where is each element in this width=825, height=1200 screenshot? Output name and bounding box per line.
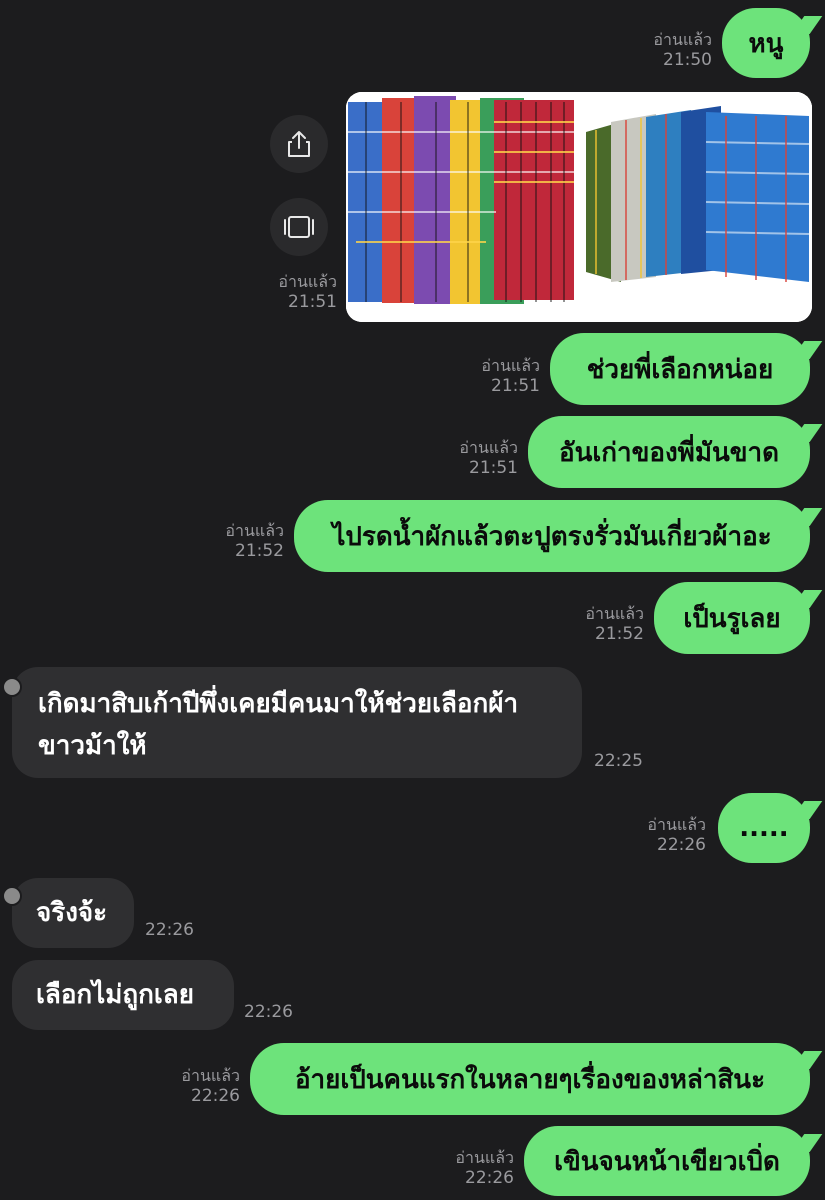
plaid-cloth-photo[interactable] <box>346 92 576 322</box>
message-text: ..... <box>739 813 789 843</box>
timestamp: 22:26 <box>244 1002 293 1022</box>
fullscreen-icon <box>284 216 314 238</box>
read-receipt: อ่านแล้ว <box>647 815 706 834</box>
message-bubble-in[interactable]: จริงจ้ะ <box>2 878 134 948</box>
message-bubble-out[interactable]: หนู <box>722 8 810 78</box>
message-text: จริงจ้ะ <box>36 898 108 928</box>
share-icon <box>288 131 310 157</box>
timestamp: 21:52 <box>595 624 644 644</box>
message-meta: อ่านแล้ว 22:26 <box>647 815 706 855</box>
timestamp: 22:26 <box>465 1168 514 1188</box>
message-text: ขาวม้าให้ <box>38 731 147 761</box>
share-button[interactable] <box>270 115 328 173</box>
message-meta: อ่านแล้ว 21:50 <box>653 30 712 70</box>
message-text: ไปรดน้ำผักแล้วตะปูตรงรั่วมันเกี่ยวผ้าอะ <box>332 521 772 552</box>
message-text: เลือกไม่ถูกเลย <box>36 980 194 1010</box>
message-bubble-out[interactable]: อันเก่าของพี่มันขาด <box>528 416 810 488</box>
read-receipt: อ่านแล้ว <box>278 272 337 291</box>
message-meta: อ่านแล้ว 21:51 <box>278 272 337 312</box>
timestamp: 21:50 <box>663 50 712 70</box>
message-bubble-out[interactable]: ช่วยพี่เลือกหน่อย <box>550 333 810 405</box>
message-meta: อ่านแล้ว 21:51 <box>459 438 518 478</box>
timestamp: 21:51 <box>491 376 540 396</box>
avatar[interactable] <box>2 886 22 906</box>
timestamp: 22:26 <box>657 835 706 855</box>
read-receipt: อ่านแล้ว <box>225 521 284 540</box>
read-receipt: อ่านแล้ว <box>653 30 712 49</box>
message-text: อ้ายเป็นคนแรกในหลายๆเรื่องของหล่าสินะ <box>294 1064 766 1095</box>
message-meta: อ่านแล้ว 21:51 <box>481 356 540 396</box>
message-text: เกิดมาสิบเก้าปีพึ่งเคยมีคนมาให้ช่วยเลือก… <box>38 689 519 719</box>
message-text: ช่วยพี่เลือกหน่อย <box>586 354 774 385</box>
timestamp: 21:52 <box>235 541 284 561</box>
timestamp: 22:26 <box>191 1086 240 1106</box>
read-receipt: อ่านแล้ว <box>181 1066 240 1085</box>
image-message[interactable] <box>346 92 812 322</box>
message-meta: อ่านแล้ว 21:52 <box>225 521 284 561</box>
timestamp: 21:51 <box>469 458 518 478</box>
message-bubble-in[interactable]: เลือกไม่ถูกเลย <box>12 960 234 1030</box>
message-text: เป็นรูเลย <box>683 603 781 634</box>
message-bubble-in[interactable]: เกิดมาสิบเก้าปีพึ่งเคยมีคนมาให้ช่วยเลือก… <box>2 667 582 778</box>
message-meta: อ่านแล้ว 22:26 <box>455 1148 514 1188</box>
message-bubble-out[interactable]: เขินจนหน้าเขียวเบิ่ด <box>524 1126 810 1196</box>
plaid-cloth-image <box>346 92 576 322</box>
fullscreen-button[interactable] <box>270 198 328 256</box>
plaid-cloth-image <box>581 92 812 322</box>
message-text: หนู <box>748 28 784 59</box>
timestamp: 22:25 <box>594 751 643 771</box>
read-receipt: อ่านแล้ว <box>481 356 540 375</box>
chat-thread[interactable]: อ่านแล้ว 21:50 หนู อ่านแล้ว 21:51 อ่านแล… <box>0 0 825 1200</box>
message-meta: อ่านแล้ว 21:52 <box>585 604 644 644</box>
message-bubble-out[interactable]: ..... <box>718 793 810 863</box>
read-receipt: อ่านแล้ว <box>455 1148 514 1167</box>
avatar[interactable] <box>2 677 22 697</box>
message-bubble-out[interactable]: เป็นรูเลย <box>654 582 810 654</box>
message-bubble-out[interactable]: อ้ายเป็นคนแรกในหลายๆเรื่องของหล่าสินะ <box>250 1043 810 1115</box>
message-bubble-out[interactable]: ไปรดน้ำผักแล้วตะปูตรงรั่วมันเกี่ยวผ้าอะ <box>294 500 810 572</box>
timestamp: 21:51 <box>288 292 337 312</box>
message-meta: อ่านแล้ว 22:26 <box>181 1066 240 1106</box>
read-receipt: อ่านแล้ว <box>459 438 518 457</box>
plaid-cloth-photo[interactable] <box>581 92 812 322</box>
message-text: เขินจนหน้าเขียวเบิ่ด <box>554 1146 780 1177</box>
timestamp: 22:26 <box>145 920 194 940</box>
message-text: อันเก่าของพี่มันขาด <box>558 437 779 468</box>
read-receipt: อ่านแล้ว <box>585 604 644 623</box>
